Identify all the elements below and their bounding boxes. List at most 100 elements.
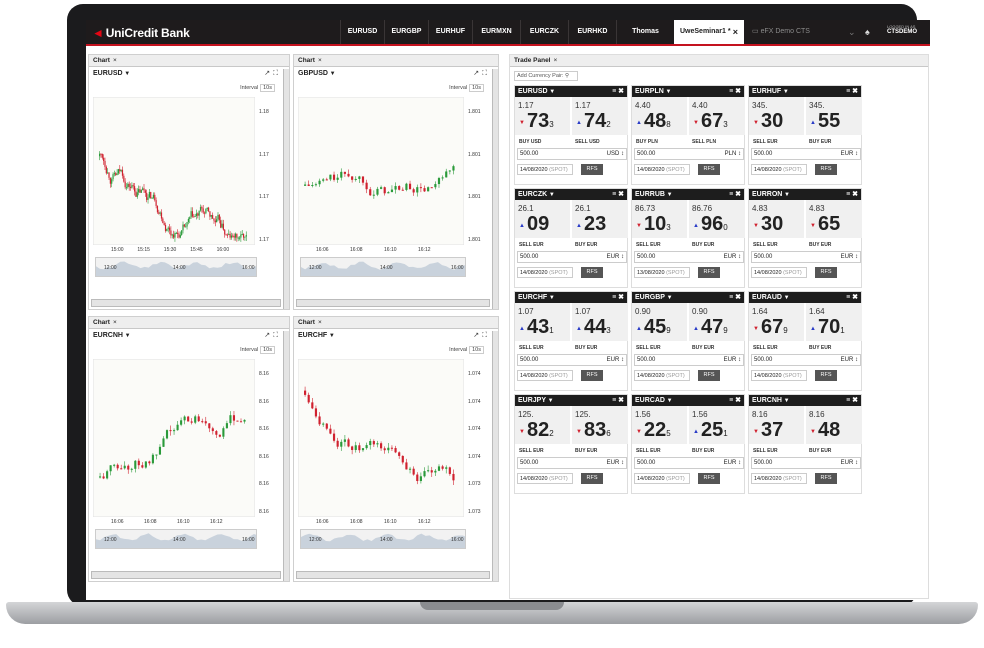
vertical-scrollbar[interactable] [283, 69, 289, 309]
value-date[interactable]: 14/08/2020 (SPOT) [517, 473, 573, 484]
currency-select[interactable]: EUR ↕ [724, 355, 741, 365]
value-date[interactable]: 14/08/2020 (SPOT) [634, 473, 690, 484]
rfs-button[interactable]: RFS [581, 473, 603, 484]
price-chart[interactable] [298, 359, 464, 517]
sell-price-button[interactable]: 125. ▼ 822 [515, 406, 571, 444]
sell-price-button[interactable]: 1.17 ▼ 733 [515, 97, 571, 135]
caret-down-icon[interactable]: ▼ [665, 192, 673, 198]
sell-price-button[interactable]: 26.1 ▲ 09 [515, 200, 571, 238]
fullscreen-icon[interactable]: ⛶ [482, 70, 490, 77]
pair-selector[interactable]: EURCHF [518, 294, 547, 301]
caret-down-icon[interactable]: ▼ [782, 398, 790, 404]
value-date[interactable]: 13/08/2020 (SPOT) [634, 267, 690, 278]
close-icon[interactable]: ✖ [852, 294, 858, 301]
close-icon[interactable]: ✖ [852, 88, 858, 95]
caret-down-icon[interactable]: ▼ [548, 89, 555, 95]
pair-selector[interactable]: EURJPY [518, 397, 546, 404]
pair-selector[interactable]: EURCZK [518, 191, 547, 198]
sell-price-button[interactable]: 4.83 ▼ 30 [749, 200, 805, 238]
pair-selector[interactable]: EURCAD [635, 397, 665, 404]
sell-price-button[interactable]: 8.16 ▼ 37 [749, 406, 805, 444]
currency-select[interactable]: EUR ↕ [841, 252, 858, 262]
currency-select[interactable]: EUR ↕ [607, 458, 624, 468]
caret-down-icon[interactable]: ▼ [664, 89, 671, 95]
rfs-button[interactable]: RFS [815, 267, 837, 278]
currency-select[interactable]: EUR ↕ [841, 458, 858, 468]
amount-input[interactable]: 500.00 PLN ↕ [634, 148, 744, 160]
vertical-scrollbar[interactable] [283, 331, 289, 581]
amount-input[interactable]: 500.00 EUR ↕ [517, 251, 627, 263]
buy-price-button[interactable]: 8.16 ▼ 48 [806, 406, 862, 444]
buy-price-button[interactable]: 0.90 ▲ 479 [689, 303, 745, 341]
currency-select[interactable]: USD ↕ [607, 149, 624, 159]
sell-price-button[interactable]: 1.64 ▼ 679 [749, 303, 805, 341]
interval-dropdown[interactable]: 10s [260, 84, 275, 92]
fullscreen-icon[interactable]: ⛶ [273, 70, 281, 77]
amount-input[interactable]: 500.00 EUR ↕ [751, 148, 861, 160]
tab-eurgbp[interactable]: EURGBP [384, 20, 428, 44]
value-date[interactable]: 14/08/2020 (SPOT) [751, 473, 807, 484]
chart-tab[interactable]: Chart × [298, 56, 322, 66]
popout-icon[interactable]: ↗ [473, 332, 482, 339]
close-icon[interactable]: ✖ [735, 88, 741, 95]
caret-down-icon[interactable]: ▼ [546, 398, 554, 404]
currency-select[interactable]: EUR ↕ [724, 458, 741, 468]
close-icon[interactable]: ✖ [735, 294, 741, 301]
pair-selector[interactable]: EURRON [752, 191, 782, 198]
currency-select[interactable]: EUR ↕ [724, 252, 741, 262]
pair-selector[interactable]: EURCHF ▼ [298, 332, 335, 339]
pair-selector[interactable]: EURAUD [752, 294, 782, 301]
interval-dropdown[interactable]: 10s [469, 346, 484, 354]
close-icon[interactable]: × [113, 319, 117, 326]
chevron-down-icon[interactable]: ⌄ [848, 27, 856, 38]
price-chart[interactable] [93, 97, 255, 245]
amount-input[interactable]: 500.00 EUR ↕ [751, 354, 861, 366]
navigator[interactable]: 12:00 14:00 16:00 [95, 529, 257, 549]
horizontal-scrollbar[interactable] [91, 571, 281, 579]
currency-select[interactable]: PLN ↕ [725, 149, 741, 159]
tab-eurczk[interactable]: EURCZK [520, 20, 568, 44]
horizontal-scrollbar[interactable] [91, 299, 281, 307]
popout-icon[interactable]: ↗ [473, 70, 482, 77]
close-icon[interactable]: ✖ [735, 397, 741, 404]
tab-eurhuf[interactable]: EURHUF [428, 20, 472, 44]
value-date[interactable]: 14/08/2020 (SPOT) [751, 267, 807, 278]
tab-eurusd[interactable]: EURUSD [340, 20, 384, 44]
amount-input[interactable]: 500.00 EUR ↕ [751, 457, 861, 469]
close-icon[interactable]: ✖ [852, 397, 858, 404]
pair-selector[interactable]: EURHUF [752, 88, 781, 95]
buy-price-button[interactable]: 1.64 ▲ 701 [806, 303, 862, 341]
horizontal-scrollbar[interactable] [296, 299, 490, 307]
caret-down-icon[interactable]: ▼ [665, 398, 673, 404]
rfs-button[interactable]: RFS [698, 473, 720, 484]
rfs-button[interactable]: RFS [698, 370, 720, 381]
tab-eurhkd[interactable]: EURHKD [568, 20, 616, 44]
close-icon[interactable]: × [318, 57, 322, 64]
amount-input[interactable]: 500.00 EUR ↕ [517, 354, 627, 366]
workspace-tab-active[interactable]: UweSeminar1 * × [674, 20, 744, 44]
navigator[interactable]: 12:00 14:00 16:00 [300, 529, 466, 549]
currency-select[interactable]: EUR ↕ [607, 355, 624, 365]
pair-selector[interactable]: EURGBP [635, 294, 665, 301]
caret-down-icon[interactable]: ▼ [547, 192, 555, 198]
popout-icon[interactable]: ↗ [264, 70, 273, 77]
close-icon[interactable]: ✖ [852, 191, 858, 198]
workspace-tab-inactive[interactable]: ▭ eFX Demo CTS [746, 20, 846, 44]
pair-selector[interactable]: EURRUB [635, 191, 665, 198]
close-icon[interactable]: ✖ [618, 191, 624, 198]
currency-select[interactable]: EUR ↕ [607, 252, 624, 262]
interval-dropdown[interactable]: 10s [469, 84, 484, 92]
chart-tab[interactable]: Chart × [298, 318, 322, 328]
caret-down-icon[interactable]: ▼ [782, 295, 790, 301]
close-icon[interactable]: × [113, 57, 117, 64]
close-icon[interactable]: × [733, 20, 738, 44]
buy-price-button[interactable]: 345. ▲ 55 [806, 97, 862, 135]
sell-price-button[interactable]: 1.56 ▼ 225 [632, 406, 688, 444]
add-currency-pair-input[interactable]: Add Currency Pair: ⚲ [514, 71, 578, 81]
currency-select[interactable]: EUR ↕ [841, 149, 858, 159]
value-date[interactable]: 14/08/2020 (SPOT) [517, 267, 573, 278]
buy-price-button[interactable]: 1.56 ▲ 251 [689, 406, 745, 444]
rfs-button[interactable]: RFS [581, 267, 603, 278]
buy-price-button[interactable]: 4.40 ▼ 673 [689, 97, 745, 135]
amount-input[interactable]: 500.00 EUR ↕ [751, 251, 861, 263]
